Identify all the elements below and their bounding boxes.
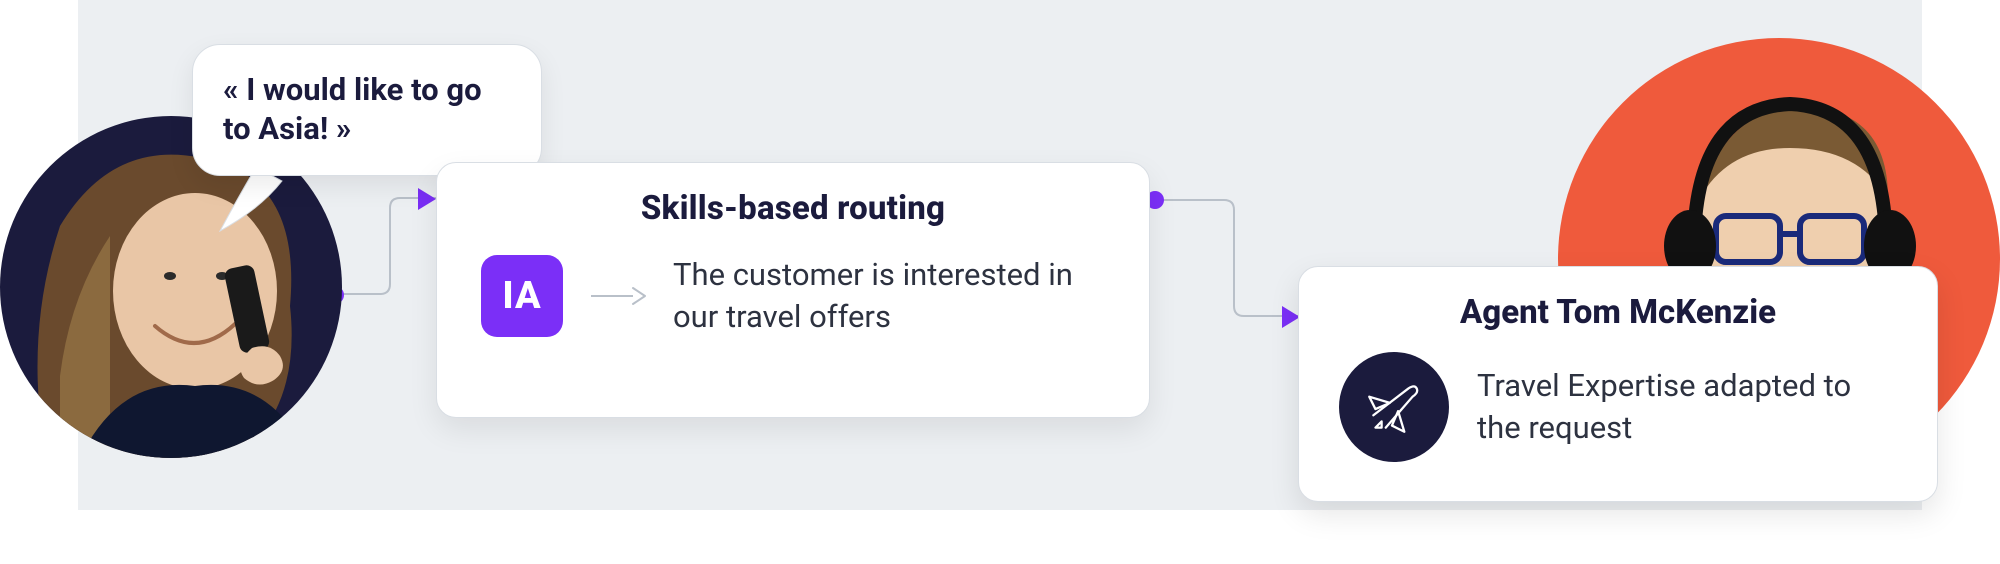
agent-body: Travel Expertise adapted to the request — [1335, 352, 1901, 462]
diagram-stage: « I would like to go to Asia! » Skills-b… — [0, 0, 2000, 564]
customer-speech-bubble: « I would like to go to Asia! » — [192, 44, 542, 176]
arrow-right-icon — [589, 283, 647, 309]
customer-speech-text: « I would like to go to Asia! » — [223, 71, 482, 147]
routing-description: The customer is interested in our travel… — [673, 254, 1103, 338]
routing-body: IA The customer is interested in our tra… — [473, 254, 1113, 338]
ai-badge: IA — [481, 255, 563, 337]
agent-title: Agent Tom McKenzie — [1335, 293, 1901, 332]
routing-card: Skills-based routing IA The customer is … — [436, 162, 1150, 418]
ai-badge-label: IA — [502, 274, 541, 318]
connector-arrowhead-1 — [418, 188, 436, 210]
agent-skill-description: Travel Expertise adapted to the request — [1477, 365, 1901, 449]
airplane-icon — [1339, 352, 1449, 462]
agent-card: Agent Tom McKenzie Travel Expertise adap… — [1298, 266, 1938, 502]
routing-title: Skills-based routing — [473, 189, 1113, 228]
